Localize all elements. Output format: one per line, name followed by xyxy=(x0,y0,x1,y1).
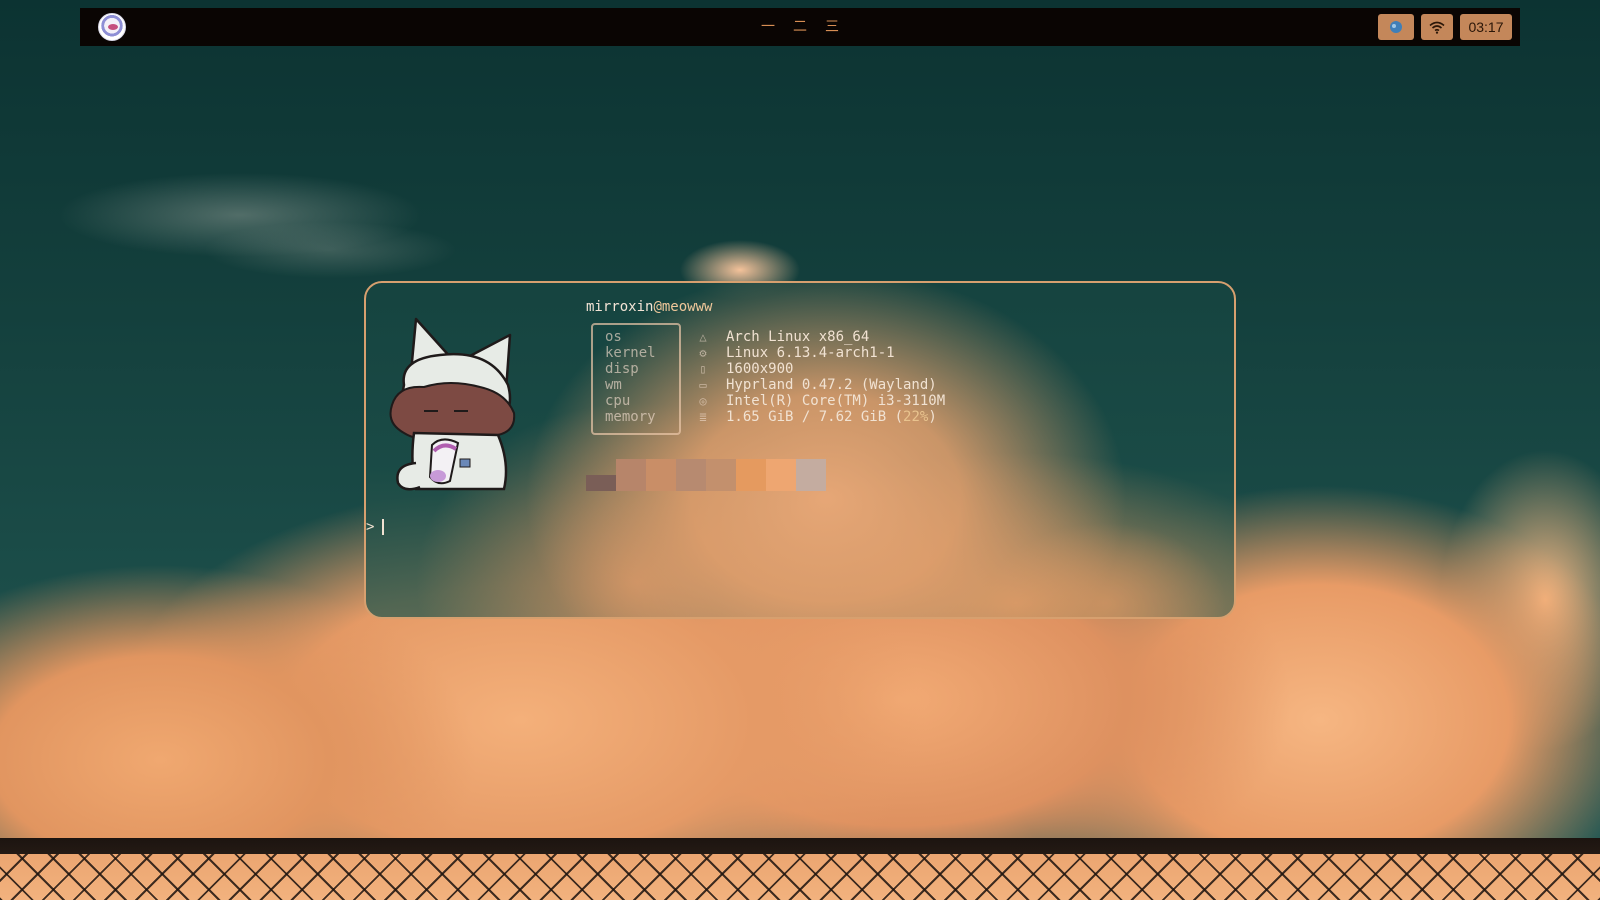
kernel-icon: ⚙ xyxy=(699,346,707,360)
value-os: Arch Linux x86_64 xyxy=(726,329,870,345)
value-cpu: Intel(R) Core(TM) i3-3110M xyxy=(726,393,946,409)
text-cursor xyxy=(382,519,385,535)
label-kernel: kernel xyxy=(605,345,656,361)
app-icon xyxy=(1390,21,1402,33)
top-bar: 一 二 三 03:17 xyxy=(80,8,1520,46)
palette-swatch xyxy=(676,459,706,491)
memory-icon: ≣ xyxy=(699,410,707,424)
workspace-1[interactable]: 一 xyxy=(760,20,776,34)
os-icon: △ xyxy=(699,330,707,344)
wifi-icon xyxy=(1429,21,1445,34)
user-host-title: mirroxin@meowww xyxy=(586,299,712,315)
memory-percent: 22% xyxy=(903,409,929,425)
username: mirroxin xyxy=(586,299,654,315)
workspace-2[interactable]: 二 xyxy=(792,20,808,34)
value-disp: 1600x900 xyxy=(726,361,794,377)
display-icon: ▯ xyxy=(699,362,707,376)
workspace-switcher: 一 二 三 xyxy=(760,20,840,34)
label-wm: wm xyxy=(605,377,622,393)
label-os: os xyxy=(605,329,622,345)
launcher-avatar-icon[interactable] xyxy=(98,13,126,41)
system-tray: 03:17 xyxy=(1378,14,1512,40)
memory-close-paren: ) xyxy=(928,409,937,425)
cat-mascot-image xyxy=(389,317,516,491)
palette-swatch xyxy=(616,459,646,491)
window-manager-icon: ▭ xyxy=(699,378,707,392)
prompt-symbol: > xyxy=(366,519,375,535)
palette-swatch xyxy=(736,459,766,491)
terminal-window[interactable]: mirroxin@meowww os kernel disp wm cpu me… xyxy=(364,281,1236,619)
workspace-3[interactable]: 三 xyxy=(824,20,840,34)
value-kernel: Linux 6.13.4-arch1-1 xyxy=(726,345,895,361)
value-memory: 1.65 GiB / 7.62 GiB (22%) xyxy=(726,409,937,425)
palette-swatch xyxy=(706,459,736,491)
memory-usage: 1.65 GiB / 7.62 GiB ( xyxy=(726,409,904,425)
color-palette xyxy=(586,459,826,491)
palette-swatch xyxy=(766,459,796,491)
palette-swatch xyxy=(796,459,826,491)
tray-app-button[interactable] xyxy=(1378,14,1414,40)
label-cpu: cpu xyxy=(605,393,631,409)
at-sign: @ xyxy=(653,299,662,315)
hostname: meowww xyxy=(661,299,713,315)
wallpaper-fence xyxy=(0,838,1600,900)
cpu-icon: ◎ xyxy=(699,394,707,408)
tray-wifi-button[interactable] xyxy=(1421,14,1453,40)
clock[interactable]: 03:17 xyxy=(1460,14,1512,40)
label-memory: memory xyxy=(605,409,656,425)
label-disp: disp xyxy=(605,361,639,377)
palette-swatch xyxy=(586,475,616,491)
palette-swatch xyxy=(646,459,676,491)
value-wm: Hyprland 0.47.2 (Wayland) xyxy=(726,377,937,393)
command-prompt[interactable]: > xyxy=(366,519,385,535)
